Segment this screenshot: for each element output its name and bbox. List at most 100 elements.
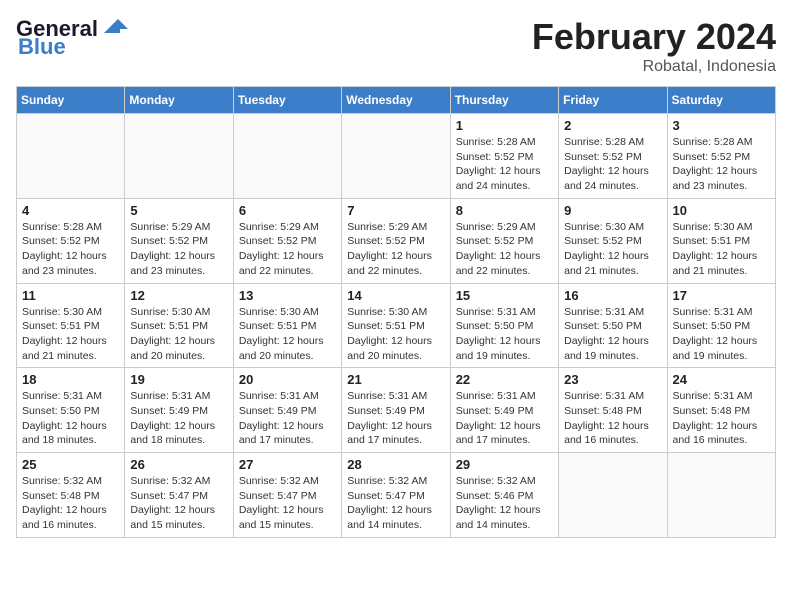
- day-info: Sunrise: 5:30 AMSunset: 5:51 PMDaylight:…: [347, 305, 444, 364]
- day-cell: 14 Sunrise: 5:30 AMSunset: 5:51 PMDayligh…: [342, 283, 450, 368]
- day-number: 7: [347, 203, 444, 218]
- day-number: 20: [239, 372, 336, 387]
- day-cell: 28 Sunrise: 5:32 AMSunset: 5:47 PMDayligh…: [342, 453, 450, 538]
- day-cell: [125, 114, 233, 199]
- day-cell: [667, 453, 775, 538]
- day-info: Sunrise: 5:31 AMSunset: 5:50 PMDaylight:…: [673, 305, 770, 364]
- day-cell: 19 Sunrise: 5:31 AMSunset: 5:49 PMDayligh…: [125, 368, 233, 453]
- day-cell: 26 Sunrise: 5:32 AMSunset: 5:47 PMDayligh…: [125, 453, 233, 538]
- day-cell: 9Sunrise: 5:30 AMSunset: 5:52 PMDaylight…: [559, 198, 667, 283]
- day-number: 28: [347, 457, 444, 472]
- day-number: 12: [130, 288, 227, 303]
- day-cell: 22 Sunrise: 5:31 AMSunset: 5:49 PMDayligh…: [450, 368, 558, 453]
- day-info: Sunrise: 5:31 AMSunset: 5:48 PMDaylight:…: [564, 389, 661, 448]
- day-info: Sunrise: 5:32 AMSunset: 5:47 PMDaylight:…: [130, 474, 227, 533]
- day-number: 26: [130, 457, 227, 472]
- week-row-5: 25 Sunrise: 5:32 AMSunset: 5:48 PMDayligh…: [17, 453, 776, 538]
- day-cell: 10 Sunrise: 5:30 AMSunset: 5:51 PMDayligh…: [667, 198, 775, 283]
- title-block: February 2024 Robatal, Indonesia: [532, 16, 776, 76]
- day-cell: 20 Sunrise: 5:31 AMSunset: 5:49 PMDayligh…: [233, 368, 341, 453]
- calendar-table: SundayMondayTuesdayWednesdayThursdayFrid…: [16, 86, 776, 538]
- day-info: Sunrise: 5:29 AMSunset: 5:52 PMDaylight:…: [347, 220, 444, 279]
- day-cell: 17Sunrise: 5:31 AMSunset: 5:50 PMDayligh…: [667, 283, 775, 368]
- day-cell: [559, 453, 667, 538]
- page-header: General Blue February 2024 Robatal, Indo…: [16, 16, 776, 76]
- day-cell: [233, 114, 341, 199]
- day-info: Sunrise: 5:28 AMSunset: 5:52 PMDaylight:…: [22, 220, 119, 279]
- day-info: Sunrise: 5:31 AMSunset: 5:49 PMDaylight:…: [347, 389, 444, 448]
- day-number: 5: [130, 203, 227, 218]
- day-cell: 27 Sunrise: 5:32 AMSunset: 5:47 PMDayligh…: [233, 453, 341, 538]
- week-row-3: 11 Sunrise: 5:30 AMSunset: 5:51 PMDayligh…: [17, 283, 776, 368]
- day-info: Sunrise: 5:29 AMSunset: 5:52 PMDaylight:…: [239, 220, 336, 279]
- day-info: Sunrise: 5:31 AMSunset: 5:50 PMDaylight:…: [564, 305, 661, 364]
- day-info: Sunrise: 5:30 AMSunset: 5:51 PMDaylight:…: [130, 305, 227, 364]
- day-cell: 12 Sunrise: 5:30 AMSunset: 5:51 PMDayligh…: [125, 283, 233, 368]
- day-info: Sunrise: 5:31 AMSunset: 5:50 PMDaylight:…: [456, 305, 553, 364]
- weekday-header-thursday: Thursday: [450, 87, 558, 114]
- location: Robatal, Indonesia: [532, 58, 776, 76]
- day-info: Sunrise: 5:30 AMSunset: 5:51 PMDaylight:…: [239, 305, 336, 364]
- day-number: 24: [673, 372, 770, 387]
- day-number: 29: [456, 457, 553, 472]
- day-info: Sunrise: 5:30 AMSunset: 5:51 PMDaylight:…: [22, 305, 119, 364]
- day-cell: [17, 114, 125, 199]
- day-cell: 4Sunrise: 5:28 AMSunset: 5:52 PMDaylight…: [17, 198, 125, 283]
- day-cell: 15 Sunrise: 5:31 AMSunset: 5:50 PMDayligh…: [450, 283, 558, 368]
- day-info: Sunrise: 5:31 AMSunset: 5:49 PMDaylight:…: [130, 389, 227, 448]
- week-row-4: 18Sunrise: 5:31 AMSunset: 5:50 PMDayligh…: [17, 368, 776, 453]
- day-cell: 23Sunrise: 5:31 AMSunset: 5:48 PMDayligh…: [559, 368, 667, 453]
- day-cell: 25 Sunrise: 5:32 AMSunset: 5:48 PMDayligh…: [17, 453, 125, 538]
- day-cell: 13 Sunrise: 5:30 AMSunset: 5:51 PMDayligh…: [233, 283, 341, 368]
- day-number: 22: [456, 372, 553, 387]
- day-info: Sunrise: 5:32 AMSunset: 5:47 PMDaylight:…: [239, 474, 336, 533]
- day-number: 8: [456, 203, 553, 218]
- day-info: Sunrise: 5:32 AMSunset: 5:48 PMDaylight:…: [22, 474, 119, 533]
- day-info: Sunrise: 5:28 AMSunset: 5:52 PMDaylight:…: [456, 135, 553, 194]
- day-number: 11: [22, 288, 119, 303]
- day-info: Sunrise: 5:31 AMSunset: 5:49 PMDaylight:…: [239, 389, 336, 448]
- weekday-header-sunday: Sunday: [17, 87, 125, 114]
- weekday-header-wednesday: Wednesday: [342, 87, 450, 114]
- day-cell: 3 Sunrise: 5:28 AMSunset: 5:52 PMDaylight…: [667, 114, 775, 199]
- day-info: Sunrise: 5:30 AMSunset: 5:51 PMDaylight:…: [673, 220, 770, 279]
- day-cell: 5 Sunrise: 5:29 AMSunset: 5:52 PMDaylight…: [125, 198, 233, 283]
- day-number: 25: [22, 457, 119, 472]
- week-row-2: 4Sunrise: 5:28 AMSunset: 5:52 PMDaylight…: [17, 198, 776, 283]
- weekday-header-row: SundayMondayTuesdayWednesdayThursdayFrid…: [17, 87, 776, 114]
- day-number: 10: [673, 203, 770, 218]
- month-title: February 2024: [532, 16, 776, 58]
- day-info: Sunrise: 5:28 AMSunset: 5:52 PMDaylight:…: [564, 135, 661, 194]
- day-cell: 11 Sunrise: 5:30 AMSunset: 5:51 PMDayligh…: [17, 283, 125, 368]
- day-cell: 6 Sunrise: 5:29 AMSunset: 5:52 PMDaylight…: [233, 198, 341, 283]
- day-cell: 2 Sunrise: 5:28 AMSunset: 5:52 PMDaylight…: [559, 114, 667, 199]
- logo: General Blue: [16, 16, 132, 60]
- day-number: 1: [456, 118, 553, 133]
- day-number: 15: [456, 288, 553, 303]
- day-number: 27: [239, 457, 336, 472]
- day-info: Sunrise: 5:29 AMSunset: 5:52 PMDaylight:…: [130, 220, 227, 279]
- day-number: 6: [239, 203, 336, 218]
- weekday-header-monday: Monday: [125, 87, 233, 114]
- logo-blue: Blue: [18, 34, 66, 60]
- day-cell: 1 Sunrise: 5:28 AMSunset: 5:52 PMDaylight…: [450, 114, 558, 199]
- day-info: Sunrise: 5:32 AMSunset: 5:46 PMDaylight:…: [456, 474, 553, 533]
- day-number: 3: [673, 118, 770, 133]
- day-info: Sunrise: 5:28 AMSunset: 5:52 PMDaylight:…: [673, 135, 770, 194]
- weekday-header-friday: Friday: [559, 87, 667, 114]
- day-number: 16: [564, 288, 661, 303]
- day-number: 2: [564, 118, 661, 133]
- day-info: Sunrise: 5:32 AMSunset: 5:47 PMDaylight:…: [347, 474, 444, 533]
- day-number: 19: [130, 372, 227, 387]
- day-cell: 7 Sunrise: 5:29 AMSunset: 5:52 PMDaylight…: [342, 198, 450, 283]
- day-cell: 29 Sunrise: 5:32 AMSunset: 5:46 PMDayligh…: [450, 453, 558, 538]
- day-cell: 24Sunrise: 5:31 AMSunset: 5:48 PMDayligh…: [667, 368, 775, 453]
- day-info: Sunrise: 5:31 AMSunset: 5:49 PMDaylight:…: [456, 389, 553, 448]
- day-cell: 8 Sunrise: 5:29 AMSunset: 5:52 PMDaylight…: [450, 198, 558, 283]
- day-number: 18: [22, 372, 119, 387]
- day-info: Sunrise: 5:29 AMSunset: 5:52 PMDaylight:…: [456, 220, 553, 279]
- day-number: 14: [347, 288, 444, 303]
- day-number: 13: [239, 288, 336, 303]
- day-number: 9: [564, 203, 661, 218]
- weekday-header-tuesday: Tuesday: [233, 87, 341, 114]
